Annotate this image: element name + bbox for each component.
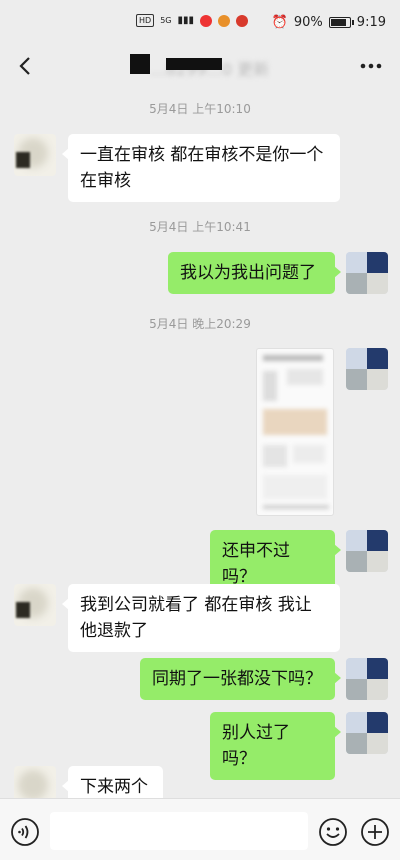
- clock: 9:19: [356, 14, 386, 30]
- voice-icon[interactable]: [10, 817, 40, 847]
- avatar-self[interactable]: [346, 658, 388, 700]
- avatar-self[interactable]: [346, 530, 388, 572]
- message-bubble-incoming[interactable]: 一直在审核 都在审核不是你一个在审核: [62, 134, 340, 202]
- timestamp: 5月4日 上午10:41: [149, 220, 251, 234]
- timestamp: 5月4日 上午10:10: [149, 102, 251, 116]
- avatar-contact[interactable]: [14, 134, 56, 176]
- app-notification-icon: [200, 14, 212, 27]
- alarm-icon: ⏰: [271, 14, 288, 30]
- message-bubble-outgoing[interactable]: 同期了一张都没下吗？: [140, 658, 341, 700]
- redaction-block: [166, 58, 222, 70]
- status-right: ⏰ 90% 9:19: [272, 15, 386, 30]
- more-dots-icon[interactable]: [358, 54, 384, 78]
- image-message[interactable]: [256, 348, 334, 516]
- chevron-left-icon[interactable]: [14, 54, 38, 78]
- battery-percent: 90%: [293, 14, 323, 30]
- status-bar: HD 5G ▮▮▮ ⏰ 90% 9:19: [0, 0, 400, 44]
- message-bubble-outgoing[interactable]: 我以为我出问题了: [168, 252, 341, 294]
- message-input[interactable]: [50, 812, 308, 850]
- timestamp: 5月4日 晚上20:29: [149, 317, 251, 331]
- hd-badge: HD: [136, 14, 155, 27]
- weibo-icon: [236, 14, 248, 27]
- emoji-icon[interactable]: [318, 817, 348, 847]
- input-bar: [0, 798, 400, 860]
- avatar-contact[interactable]: [14, 584, 56, 626]
- status-icons: HD 5G ▮▮▮: [136, 14, 248, 27]
- redaction-block: [130, 54, 150, 74]
- signal-icon: ▮▮▮: [177, 15, 194, 26]
- message-bubble-outgoing[interactable]: 别人过了吗？: [210, 712, 341, 780]
- weibo-icon: [218, 14, 230, 27]
- signal-label: 5G: [160, 16, 172, 25]
- avatar-self[interactable]: [346, 712, 388, 754]
- plus-icon[interactable]: [360, 817, 390, 847]
- avatar-self[interactable]: [346, 252, 388, 294]
- avatar-self[interactable]: [346, 348, 388, 390]
- message-bubble-incoming[interactable]: 我到公司就看了 都在审核 我让他退款了: [62, 584, 340, 652]
- battery-icon: [328, 16, 354, 28]
